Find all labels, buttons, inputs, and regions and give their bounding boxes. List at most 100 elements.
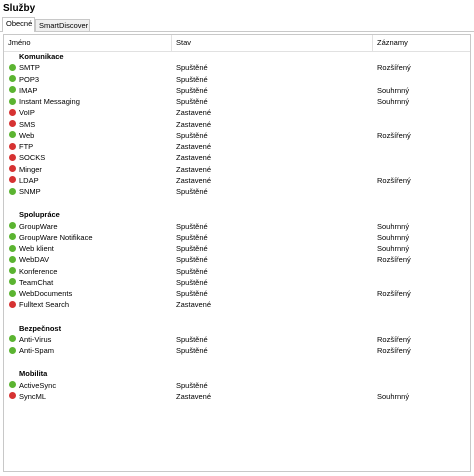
tab-smartdiscover[interactable]: SmartDiscover <box>35 19 90 31</box>
group-header-row: Mobilita <box>4 368 470 379</box>
service-status: Zastavené <box>176 153 212 163</box>
column-header-name[interactable]: Jméno <box>4 35 172 51</box>
service-status: Spuštěné <box>176 277 208 287</box>
group-header-row: Bezpečnost <box>4 323 470 334</box>
service-name: WebDocuments <box>19 289 73 298</box>
service-status: Spuštěné <box>176 244 208 253</box>
service-logs: Rozšířený <box>377 289 411 298</box>
service-name: POP3 <box>19 74 40 84</box>
status-running-icon <box>9 222 16 230</box>
service-status: Spuštěné <box>176 85 208 95</box>
service-name: SyncML <box>19 391 47 401</box>
table-row[interactable]: WebDAV Spuštěné Rozšířený <box>4 254 470 265</box>
service-status: Zastavené <box>176 119 212 129</box>
table-row[interactable]: SMS Zastavené <box>4 119 470 130</box>
status-running-icon <box>9 244 16 252</box>
tab-general[interactable]: Obecné <box>2 17 35 32</box>
table-row[interactable]: Anti-Spam Spuštěné Rozšířený <box>4 345 470 356</box>
table-header: Jméno Stav Záznamy <box>4 35 470 52</box>
service-name: Konference <box>19 266 58 276</box>
table-row[interactable]: IMAP Spuštěné Souhrnný <box>4 85 470 96</box>
table-row[interactable]: GroupWare Notifikace Spuštěné Souhrnný <box>4 232 470 243</box>
table-row[interactable]: Konference Spuštěné <box>4 266 470 277</box>
service-status: Zastavené <box>176 164 212 174</box>
tab-bar: Obecné SmartDiscover <box>0 17 474 32</box>
service-status: Spuštěné <box>176 232 208 242</box>
service-name: TeamChat <box>19 277 54 287</box>
table-row[interactable]: WebDocuments Spuštěné Rozšířený <box>4 288 470 299</box>
service-logs: Rozšířený <box>377 334 411 344</box>
service-logs: Souhrnný <box>377 391 410 401</box>
status-stopped-icon <box>9 300 16 308</box>
service-logs: Rozšířený <box>377 130 411 140</box>
status-stopped-icon <box>9 108 16 116</box>
service-name: VoIP <box>19 108 35 118</box>
service-name: SNMP <box>19 187 41 196</box>
table-row[interactable]: Fulltext Search Zastavené <box>4 299 470 310</box>
service-status: Zastavené <box>176 391 212 401</box>
table-row[interactable]: Web klient Spuštěné Souhrnný <box>4 243 470 254</box>
table-row[interactable]: SMTP Spuštěné Rozšířený <box>4 62 470 73</box>
table-row[interactable]: ActiveSync Spuštěné <box>4 380 470 391</box>
service-status: Spuštěné <box>176 380 208 390</box>
service-status: Spuštěné <box>176 97 208 106</box>
service-name: LDAP <box>19 175 39 185</box>
window-title: Služby <box>3 3 36 14</box>
table-row[interactable]: LDAP Zastavené Rozšířený <box>4 175 470 186</box>
service-logs: Rozšířený <box>377 346 411 355</box>
service-status: Spuštěné <box>176 289 208 298</box>
service-name: FTP <box>19 142 34 151</box>
status-running-icon <box>9 63 16 71</box>
service-status: Spuštěné <box>176 187 208 196</box>
table-row[interactable]: VoIP Zastavené <box>4 107 470 118</box>
service-name: Instant Messaging <box>19 97 80 106</box>
column-header-logs[interactable]: Záznamy <box>373 35 470 51</box>
table-row[interactable]: SyncML Zastavené Souhrnný <box>4 391 470 402</box>
service-status: Zastavené <box>176 175 212 185</box>
service-name: Anti-Virus <box>19 334 52 344</box>
service-logs: Souhrnný <box>377 85 410 95</box>
service-name: SMS <box>19 119 36 129</box>
service-name: Minger <box>19 164 42 174</box>
status-running-icon <box>9 255 16 263</box>
service-name: GroupWare Notifikace <box>19 232 93 242</box>
status-running-icon <box>9 267 16 275</box>
service-name: SMTP <box>19 63 40 73</box>
service-status: Zastavené <box>176 142 212 151</box>
table-row[interactable]: Anti-Virus Spuštěné Rozšířený <box>4 334 470 345</box>
table-body: Komunikace SMTP Spuštěné Rozšířený POP3 Spušt… <box>4 51 470 402</box>
service-status: Spuštěné <box>176 334 208 344</box>
group-name: Bezpečnost <box>19 323 62 333</box>
status-stopped-icon <box>9 153 16 161</box>
status-stopped-icon <box>9 142 16 150</box>
status-running-icon <box>9 75 16 83</box>
service-logs: Souhrnný <box>377 221 410 231</box>
service-logs: Rozšířený <box>377 175 411 185</box>
services-table: Jméno Stav Záznamy Komunikace SMTP Spuštěn… <box>3 34 471 472</box>
table-row[interactable]: TeamChat Spuštěné <box>4 277 470 288</box>
table-row[interactable]: FTP Zastavené <box>4 141 470 152</box>
table-row[interactable]: SNMP Spuštěné <box>4 186 470 197</box>
group-name: Spolupráce <box>19 210 60 220</box>
table-row[interactable]: SOCKS Zastavené <box>4 152 470 163</box>
column-header-status[interactable]: Stav <box>172 35 373 51</box>
table-row[interactable]: POP3 Spuštěné <box>4 74 470 85</box>
group-name: Mobilita <box>19 369 48 379</box>
service-name: IMAP <box>19 85 38 95</box>
table-row[interactable]: Web Spuštěné Rozšířený <box>4 130 470 141</box>
table-row[interactable]: GroupWare Spuštěné Souhrnný <box>4 221 470 232</box>
service-name: Web klient <box>19 244 54 253</box>
service-name: SOCKS <box>19 153 46 163</box>
service-logs: Souhrnný <box>377 97 410 106</box>
service-status: Spuštěné <box>176 221 208 231</box>
service-status: Zastavené <box>176 300 212 310</box>
status-stopped-icon <box>9 392 16 400</box>
status-running-icon <box>9 381 16 389</box>
table-row[interactable]: Minger Zastavené <box>4 164 470 175</box>
table-row[interactable]: Instant Messaging Spuštěné Souhrnný <box>4 96 470 107</box>
status-running-icon <box>9 131 16 139</box>
service-status: Spuštěné <box>176 266 208 276</box>
